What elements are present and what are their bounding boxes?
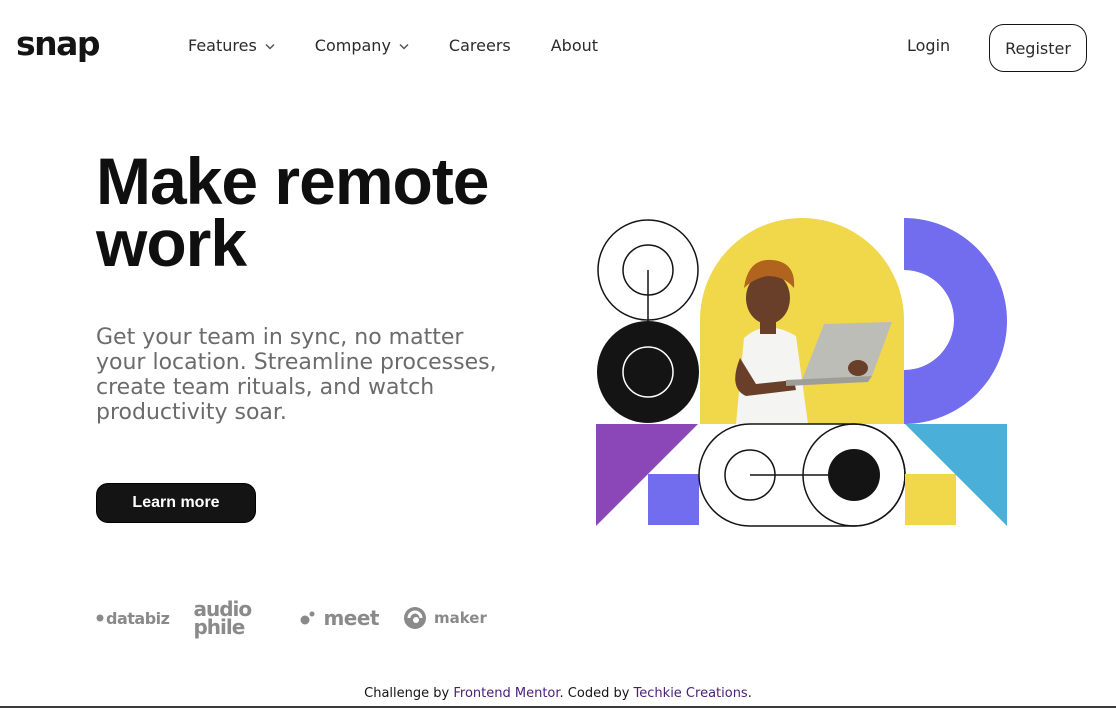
pill-shape xyxy=(698,423,906,527)
violet-square xyxy=(648,474,699,525)
attribution-footer: Challenge by Frontend Mentor. Coded by T… xyxy=(0,686,1116,701)
meet-logo-text: meet xyxy=(323,606,379,630)
nav-item-about[interactable]: About xyxy=(551,36,598,56)
learn-more-button[interactable]: Learn more xyxy=(96,483,256,523)
nav-item-label: About xyxy=(550,36,599,55)
maker-logo-text: maker xyxy=(433,609,487,627)
databiz-logo: databiz xyxy=(96,608,170,628)
attribution-suffix: . xyxy=(747,686,752,701)
nav-item-label: Company xyxy=(314,36,391,55)
nav-item-label: Careers xyxy=(448,36,511,55)
audiophile-logo: audio phile xyxy=(193,599,275,639)
maker-logo: maker xyxy=(403,606,487,630)
nav-item-label: Features xyxy=(188,36,257,55)
person-photo xyxy=(700,218,904,424)
main-nav: Features Company Careers About xyxy=(188,36,638,56)
logo[interactable]: snap xyxy=(16,24,101,64)
nav-item-company[interactable]: Company xyxy=(315,36,409,56)
author-link[interactable]: Techkie Creations xyxy=(634,686,748,701)
chevron-down-icon xyxy=(399,43,409,50)
black-circle xyxy=(597,321,699,423)
register-button[interactable]: Register xyxy=(989,24,1087,72)
hero-title: Make remote work xyxy=(96,148,576,276)
frontend-mentor-link[interactable]: Frontend Mentor xyxy=(453,686,559,701)
nav-item-careers[interactable]: Careers xyxy=(449,36,511,56)
client-logos: databiz audio phile meet maker xyxy=(96,599,511,639)
dot-icon xyxy=(96,614,104,622)
maker-mark-icon xyxy=(403,607,426,629)
audiophile-logo-line-2: phile xyxy=(193,615,245,639)
hero-description: Get your team in sync, no matter your lo… xyxy=(96,325,497,425)
meet-logo: meet xyxy=(299,606,379,630)
attribution-prefix: Challenge by xyxy=(364,686,454,701)
yellow-square xyxy=(905,474,956,525)
databiz-logo-text: databiz xyxy=(106,608,170,628)
meet-mark-icon xyxy=(300,611,315,625)
login-link[interactable]: Login xyxy=(907,36,950,56)
chevron-down-icon xyxy=(265,43,275,50)
hero-title-line-2: work xyxy=(96,206,247,280)
hero-illustration xyxy=(596,218,1007,527)
violet-half-ring xyxy=(904,218,1007,424)
nav-item-features[interactable]: Features xyxy=(188,36,275,56)
attribution-middle: . Coded by xyxy=(559,686,634,701)
